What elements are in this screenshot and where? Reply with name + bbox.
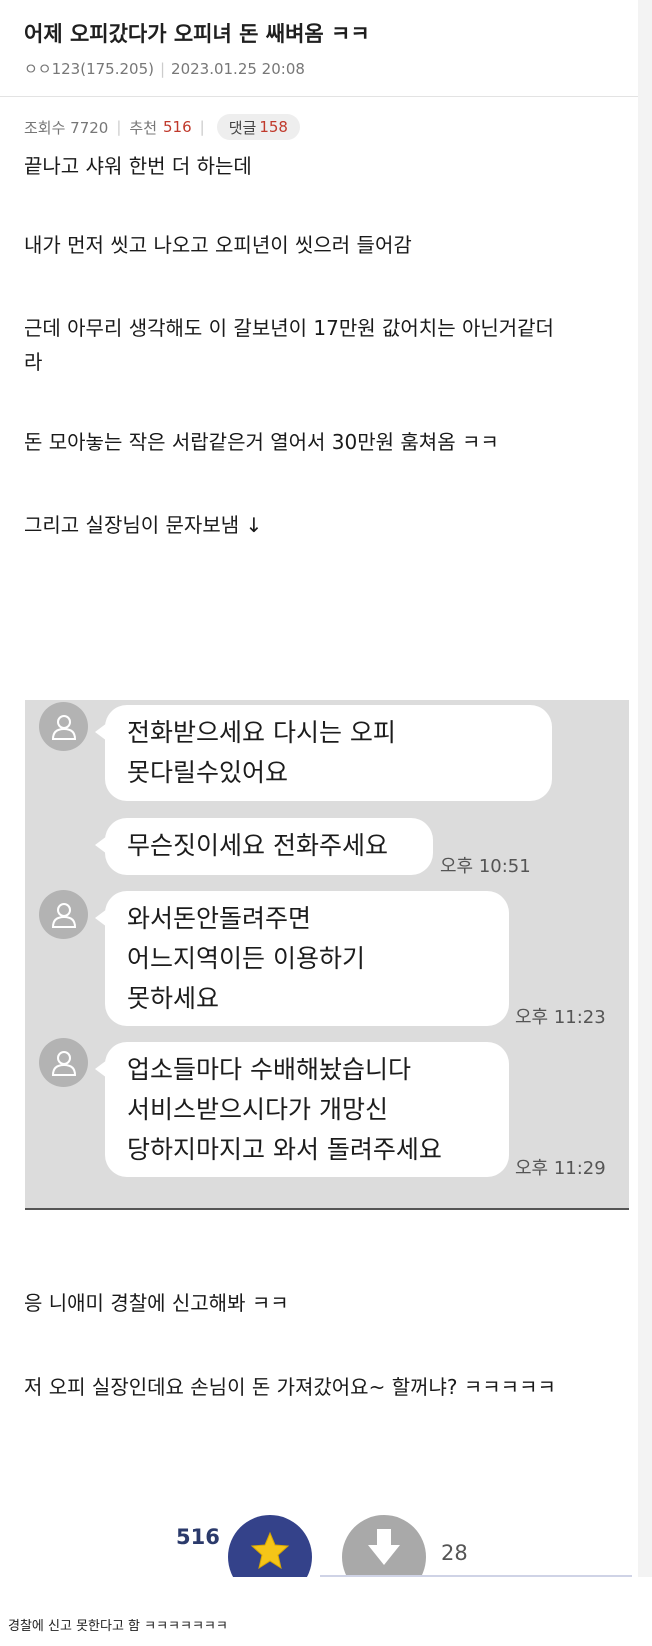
sms-screenshot: 전화받으세요 다시는 오피 못다릴수있어요 무슨짓이세요 전화주세요 오후 10… [25, 700, 629, 1210]
body-line: 돈 모아놓는 작은 서랍같은거 열어서 30만원 훔쳐옴 ㅋㅋ [24, 430, 499, 454]
comments-label: 댓글 [228, 118, 257, 137]
upvote-count: 516 [176, 1525, 220, 1549]
sms-message-line: 당하지마지고 와서 돌려주세요 [127, 1135, 442, 1164]
recommend-label: 추천 [129, 118, 158, 137]
sms-message-bubble: 무슨짓이세요 전화주세요 [95, 818, 433, 875]
vote-divider [320, 1575, 632, 1577]
view-count: 조회수 7720 [24, 118, 109, 137]
sms-timestamp: 오후 10:51 [440, 856, 531, 877]
body-line: 끝나고 샤워 한번 더 하는데 [24, 154, 252, 178]
body-line: 내가 먼저 씻고 나오고 오피년이 씻으러 들어감 [24, 233, 412, 257]
comments-button[interactable]: 댓글 158 [216, 114, 300, 140]
post-header: 어제 오피갔다가 오피녀 돈 쌔벼옴 ㅋㅋ ㅇㅇ123(175.205) | 202… [0, 0, 638, 97]
sms-message-line: 무슨짓이세요 전화주세요 [127, 831, 388, 860]
sms-message-line: 서비스받으시다가 개망신 [127, 1095, 388, 1124]
contact-avatar-icon [39, 702, 88, 751]
sms-timestamp: 오후 11:29 [515, 1158, 606, 1179]
comments-count: 158 [259, 118, 288, 136]
post-title: 어제 오피갔다가 오피녀 돈 쌔벼옴 ㅋㅋ [24, 22, 370, 46]
body-line: 응 니애미 경찰에 신고해봐 ㅋㅋ [24, 1291, 289, 1315]
contact-avatar-icon [39, 890, 88, 939]
body-line: 라 [24, 350, 43, 374]
post-screenshot: 어제 오피갔다가 오피녀 돈 쌔벼옴 ㅋㅋ ㅇㅇ123(175.205) | 202… [0, 0, 652, 1577]
sms-message-bubble: 업소들마다 수배해놨습니다 서비스받으시다가 개망신 당하지마지고 와서 돌려주… [95, 1042, 509, 1177]
post-date: 2023.01.25 20:08 [171, 60, 305, 78]
image-caption: 경찰에 신고 못한다고 함 ㅋㅋㅋㅋㅋㅋㅋ [8, 1619, 228, 1634]
stats-divider: | [116, 118, 122, 136]
body-line: 그리고 실장님이 문자보냄 ↓ [24, 513, 263, 537]
vote-area: 516 28 [0, 1515, 652, 1577]
meta-divider: | [159, 60, 166, 78]
sms-message-line: 업소들마다 수배해놨습니다 [127, 1055, 411, 1084]
recommend-count: 516 [163, 118, 192, 136]
body-line: 저 오피 실장인데요 손님이 돈 가져갔어요~ 할꺼냐? ㅋㅋㅋㅋㅋ [24, 1375, 556, 1399]
downvote-button[interactable] [342, 1515, 426, 1577]
contact-avatar-icon [39, 1038, 88, 1087]
star-icon [250, 1531, 290, 1569]
post-stats: 조회수 7720 | 추천 516 | 댓글 158 [24, 114, 300, 140]
post-meta: ㅇㅇ123(175.205) | 2023.01.25 20:08 [24, 58, 305, 79]
upvote-button[interactable] [228, 1515, 312, 1577]
sms-message-bubble: 전화받으세요 다시는 오피 못다릴수있어요 [95, 705, 552, 801]
body-line: 근데 아무리 생각해도 이 갈보년이 17만원 값어치는 아닌거같더 [24, 316, 554, 340]
author-name[interactable]: ㅇㅇ123(175.205) [24, 60, 154, 78]
sms-message-line: 어느지역이든 이용하기 [127, 944, 365, 973]
sms-message-line: 전화받으세요 다시는 오피 [127, 718, 396, 747]
sms-timestamp: 오후 11:23 [515, 1007, 606, 1028]
downvote-count: 28 [441, 1541, 468, 1565]
sms-message-line: 와서돈안돌려주면 [127, 904, 312, 933]
post-container: 어제 오피갔다가 오피녀 돈 쌔벼옴 ㅋㅋ ㅇㅇ123(175.205) | 202… [0, 0, 638, 1577]
sms-message-line: 못하세요 [127, 984, 220, 1013]
sms-message-bubble: 와서돈안돌려주면 어느지역이든 이용하기 못하세요 [95, 891, 509, 1026]
stats-divider: | [199, 118, 205, 136]
sms-message-line: 못다릴수있어요 [127, 758, 289, 787]
down-arrow-icon [368, 1529, 400, 1565]
